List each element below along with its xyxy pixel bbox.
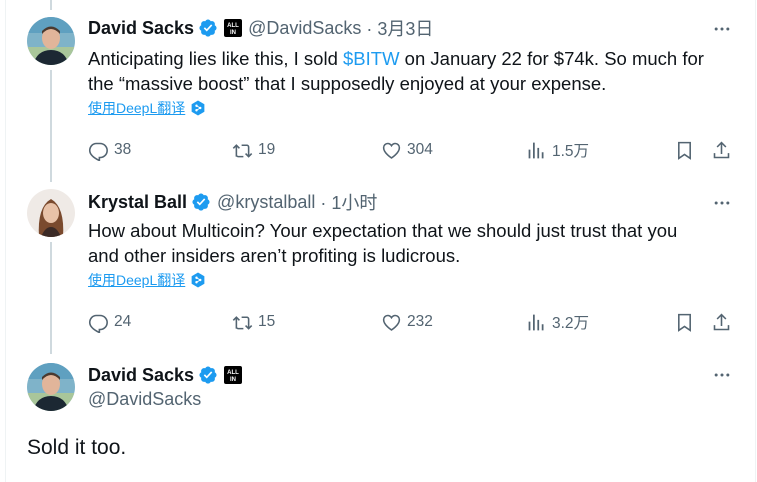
all-in-affiliate-icon[interactable]: ALL IN xyxy=(224,19,243,37)
reply-count: 38 xyxy=(114,141,132,158)
bookmark-icon xyxy=(678,141,691,160)
views-count: 1.5万 xyxy=(552,143,590,160)
deepl-icon xyxy=(191,100,205,116)
author-name[interactable]: David Sacks xyxy=(88,18,194,39)
analytics-icon xyxy=(528,314,544,330)
verified-badge-icon xyxy=(198,365,218,385)
like-button[interactable]: 232 xyxy=(381,310,433,334)
bookmark-button[interactable] xyxy=(674,138,695,162)
heart-icon xyxy=(382,314,401,331)
avatar[interactable] xyxy=(27,189,75,237)
like-count: 304 xyxy=(407,141,433,158)
thread-line-1 xyxy=(50,70,52,182)
retweet-button[interactable]: 19 xyxy=(232,138,275,162)
more-options-icon[interactable] xyxy=(710,191,734,215)
thread-line-2 xyxy=(50,242,52,354)
avatar[interactable] xyxy=(27,17,75,65)
right-border xyxy=(755,0,756,482)
like-count: 232 xyxy=(407,313,433,330)
cashtag-link[interactable]: $BITW xyxy=(343,48,400,69)
verified-badge-icon xyxy=(198,18,218,38)
tweet-text: How about Multicoin? Your expectation th… xyxy=(88,220,678,266)
analytics-icon xyxy=(528,142,544,158)
retweet-icon xyxy=(232,143,253,158)
left-border xyxy=(5,0,6,482)
deepl-icon xyxy=(191,272,205,288)
author-handle[interactable]: @DavidSacks xyxy=(88,389,201,410)
author-handle[interactable]: @krystalball xyxy=(217,192,315,213)
tweet-timestamp[interactable]: · 1小时 xyxy=(320,189,377,215)
like-button[interactable]: 304 xyxy=(381,138,433,162)
verified-badge-icon xyxy=(191,192,211,212)
share-icon xyxy=(713,141,730,158)
thread-line-top xyxy=(50,0,52,10)
more-options-icon[interactable] xyxy=(710,363,734,387)
svg-text:IN: IN xyxy=(230,377,236,383)
more-options-icon[interactable] xyxy=(710,17,734,41)
retweet-count: 15 xyxy=(258,313,276,330)
tweet-timestamp[interactable]: · 3月3日 xyxy=(366,15,433,41)
reply-count: 24 xyxy=(114,313,132,330)
translate-link[interactable]: 使用DeepL翻译 xyxy=(88,270,207,290)
share-button[interactable] xyxy=(711,310,732,334)
views-button[interactable]: 1.5万 xyxy=(526,138,589,162)
bookmark-button[interactable] xyxy=(674,310,695,334)
retweet-button[interactable]: 15 xyxy=(232,310,275,334)
translate-link[interactable]: 使用DeepL翻译 xyxy=(88,98,207,118)
all-in-affiliate-icon[interactable]: ALL IN xyxy=(224,366,243,384)
reply-icon xyxy=(88,314,108,333)
retweet-icon xyxy=(232,315,253,330)
tweet-text: Sold it too. xyxy=(27,436,127,459)
views-button[interactable]: 3.2万 xyxy=(526,310,589,334)
svg-text:ALL: ALL xyxy=(227,370,239,376)
author-name[interactable]: Krystal Ball xyxy=(88,192,187,213)
retweet-count: 19 xyxy=(258,141,276,158)
bookmark-icon xyxy=(678,313,691,332)
reply-icon xyxy=(88,142,108,161)
avatar[interactable] xyxy=(27,363,75,411)
author-name[interactable]: David Sacks xyxy=(88,365,194,386)
heart-icon xyxy=(382,142,401,159)
tweet-text: Anticipating lies like this, I sold $BIT… xyxy=(88,48,704,94)
author-handle[interactable]: @DavidSacks xyxy=(248,18,361,39)
reply-button[interactable]: 24 xyxy=(88,310,131,334)
svg-text:IN: IN xyxy=(230,30,236,36)
share-button[interactable] xyxy=(711,138,732,162)
svg-text:ALL: ALL xyxy=(227,23,239,29)
reply-button[interactable]: 38 xyxy=(88,138,131,162)
views-count: 3.2万 xyxy=(552,315,590,332)
share-icon xyxy=(713,313,730,330)
